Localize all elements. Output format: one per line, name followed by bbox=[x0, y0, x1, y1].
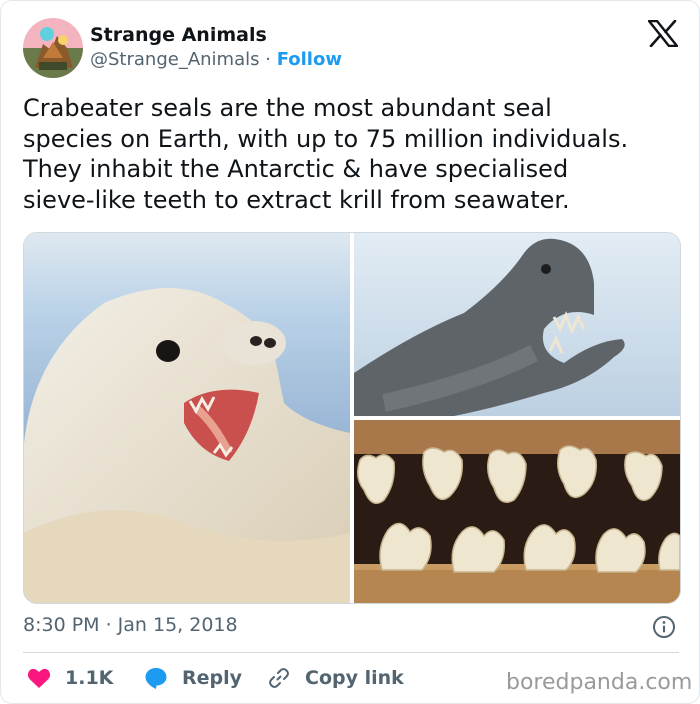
x-logo-icon[interactable] bbox=[647, 19, 679, 48]
reply-button[interactable]: Reply bbox=[144, 664, 242, 692]
tweet-text-line: Crabeater seals are the most abundant se… bbox=[23, 94, 552, 122]
follow-button[interactable]: Follow bbox=[277, 49, 342, 70]
tweet-card: Strange Animals @Strange_Animals · Follo… bbox=[0, 0, 700, 704]
heart-icon bbox=[27, 668, 51, 688]
boredpanda-watermark: boredpanda.com bbox=[506, 670, 693, 695]
reply-bubble-icon bbox=[145, 668, 167, 689]
tweet-timestamp[interactable]: 8:30 PM · Jan 15, 2018 bbox=[23, 613, 238, 637]
handle-separator: · bbox=[265, 49, 271, 70]
reply-label: Reply bbox=[182, 667, 243, 689]
avatar[interactable] bbox=[23, 18, 83, 78]
like-count: 1.1K bbox=[65, 667, 114, 689]
tweet-text-line: They inhabit the Antarctic & have specia… bbox=[23, 155, 569, 183]
tweet-text-line: sieve-like teeth to extract krill from s… bbox=[23, 185, 570, 214]
divider bbox=[23, 652, 679, 653]
seal-photo-profile[interactable] bbox=[354, 233, 680, 416]
tweet-text-line: species on Earth, with up to 75 million … bbox=[23, 124, 629, 153]
like-button[interactable]: 1.1K bbox=[27, 664, 113, 692]
copy-link-label: Copy link bbox=[305, 667, 404, 689]
seal-photo-main[interactable] bbox=[24, 233, 350, 603]
tweet-media-grid bbox=[23, 232, 681, 604]
author-handle[interactable]: @Strange_Animals bbox=[90, 49, 260, 70]
tweet-text: Crabeater seals are the most abundant se… bbox=[23, 93, 683, 215]
copy-link-button[interactable]: Copy link bbox=[267, 664, 404, 692]
info-icon[interactable] bbox=[652, 615, 676, 639]
handle-row: @Strange_Animals · Follow bbox=[90, 48, 342, 72]
seal-teeth-closeup[interactable] bbox=[354, 420, 680, 603]
link-icon bbox=[269, 668, 289, 688]
author-name[interactable]: Strange Animals bbox=[90, 23, 267, 47]
